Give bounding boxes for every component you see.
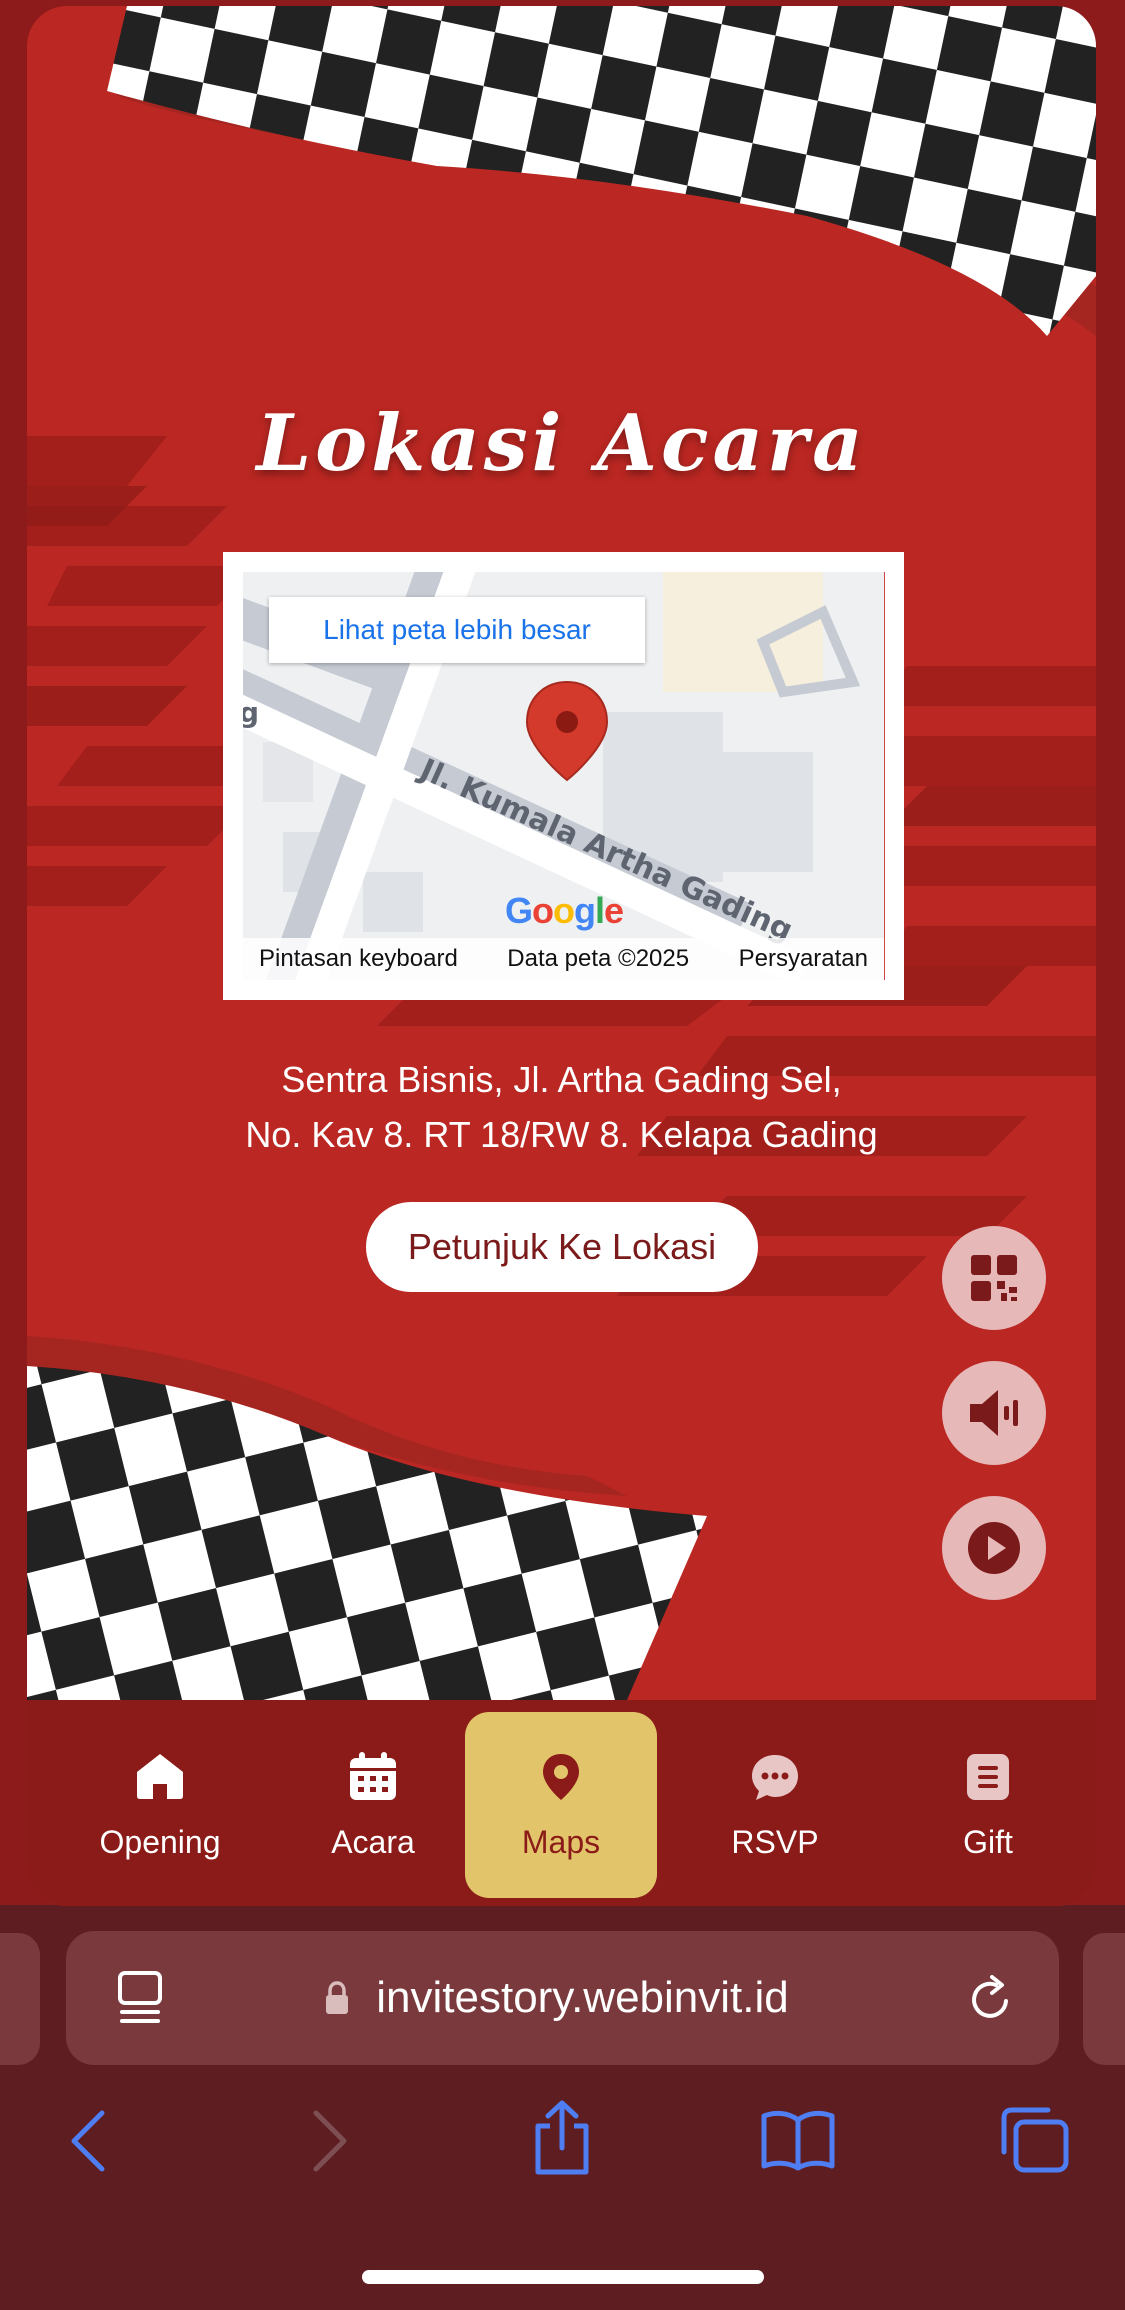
svg-text:g: g	[243, 696, 259, 729]
sound-toggle-button[interactable]	[942, 1361, 1046, 1465]
nav-label: RSVP	[731, 1824, 819, 1860]
nav-item-opening[interactable]: Opening	[64, 1712, 256, 1898]
home-indicator	[362, 2270, 764, 2284]
nav-label: Opening	[99, 1824, 221, 1860]
calendar-icon	[350, 1752, 396, 1800]
nav-label: Maps	[521, 1824, 601, 1860]
bottom-navigation: Opening Acara Maps RSVP Gift	[27, 1700, 1096, 1906]
previous-tab-preview[interactable]	[0, 1933, 40, 2065]
section-title: Lokasi Acara	[256, 398, 867, 489]
map-canvas[interactable]: Jl. Kumala Artha Gading g Lihat peta leb…	[243, 572, 885, 980]
directions-button[interactable]: Petunjuk Ke Lokasi	[366, 1202, 758, 1292]
nav-item-maps[interactable]: Maps	[465, 1712, 657, 1898]
google-logo: Google	[505, 890, 624, 931]
map-data-attribution: Data peta ©2025	[507, 945, 690, 972]
back-icon[interactable]	[66, 2109, 110, 2173]
checkered-flag-top	[107, 6, 1096, 336]
bookmarks-icon[interactable]	[760, 2108, 836, 2172]
forward-icon[interactable]	[308, 2109, 352, 2173]
map-pin-icon	[543, 1754, 579, 1800]
nav-item-gift[interactable]: Gift	[892, 1712, 1084, 1898]
view-larger-map-link[interactable]: Lihat peta lebih besar	[269, 597, 645, 663]
qr-code-icon	[971, 1255, 1017, 1301]
nav-item-acara[interactable]: Acara	[277, 1712, 469, 1898]
tabs-icon[interactable]	[998, 2106, 1070, 2174]
terms-link[interactable]: Persyaratan	[739, 945, 868, 973]
reload-icon[interactable]	[966, 1973, 1016, 2023]
nav-label: Acara	[331, 1824, 415, 1860]
event-address: Sentra Bisnis, Jl. Artha Gading Sel, No.…	[27, 1052, 1096, 1162]
nav-label: Gift	[963, 1824, 1013, 1860]
checkered-flag-bottom	[27, 1336, 707, 1700]
url-label: invitestory.webinvit.id	[376, 1973, 789, 2022]
chat-icon	[752, 1755, 798, 1800]
map-footer: Pintasan keyboard Data peta ©2025 Persya…	[243, 938, 884, 980]
speaker-icon	[970, 1390, 1018, 1436]
nav-item-rsvp[interactable]: RSVP	[679, 1712, 871, 1898]
gift-list-icon	[967, 1754, 1009, 1800]
url-text[interactable]: invitestory.webinvit.id	[66, 1931, 1059, 2065]
map-embed[interactable]: Jl. Kumala Artha Gading g Lihat peta leb…	[223, 552, 904, 1000]
qr-code-button[interactable]	[942, 1226, 1046, 1330]
share-icon[interactable]	[530, 2100, 594, 2176]
address-line-2: No. Kav 8. RT 18/RW 8. Kelapa Gading	[245, 1114, 878, 1155]
address-line-1: Sentra Bisnis, Jl. Artha Gading Sel,	[281, 1059, 842, 1100]
invitation-card: Lokasi Acara Jl. Kumala Artha Gading Lih…	[27, 6, 1096, 1906]
address-bar[interactable]: invitestory.webinvit.id	[66, 1931, 1059, 2065]
keyboard-shortcuts-link[interactable]: Pintasan keyboard	[259, 945, 458, 973]
autoplay-button[interactable]	[942, 1496, 1046, 1600]
home-icon	[137, 1754, 183, 1799]
play-icon	[968, 1522, 1020, 1574]
next-tab-preview[interactable]	[1083, 1933, 1125, 2065]
